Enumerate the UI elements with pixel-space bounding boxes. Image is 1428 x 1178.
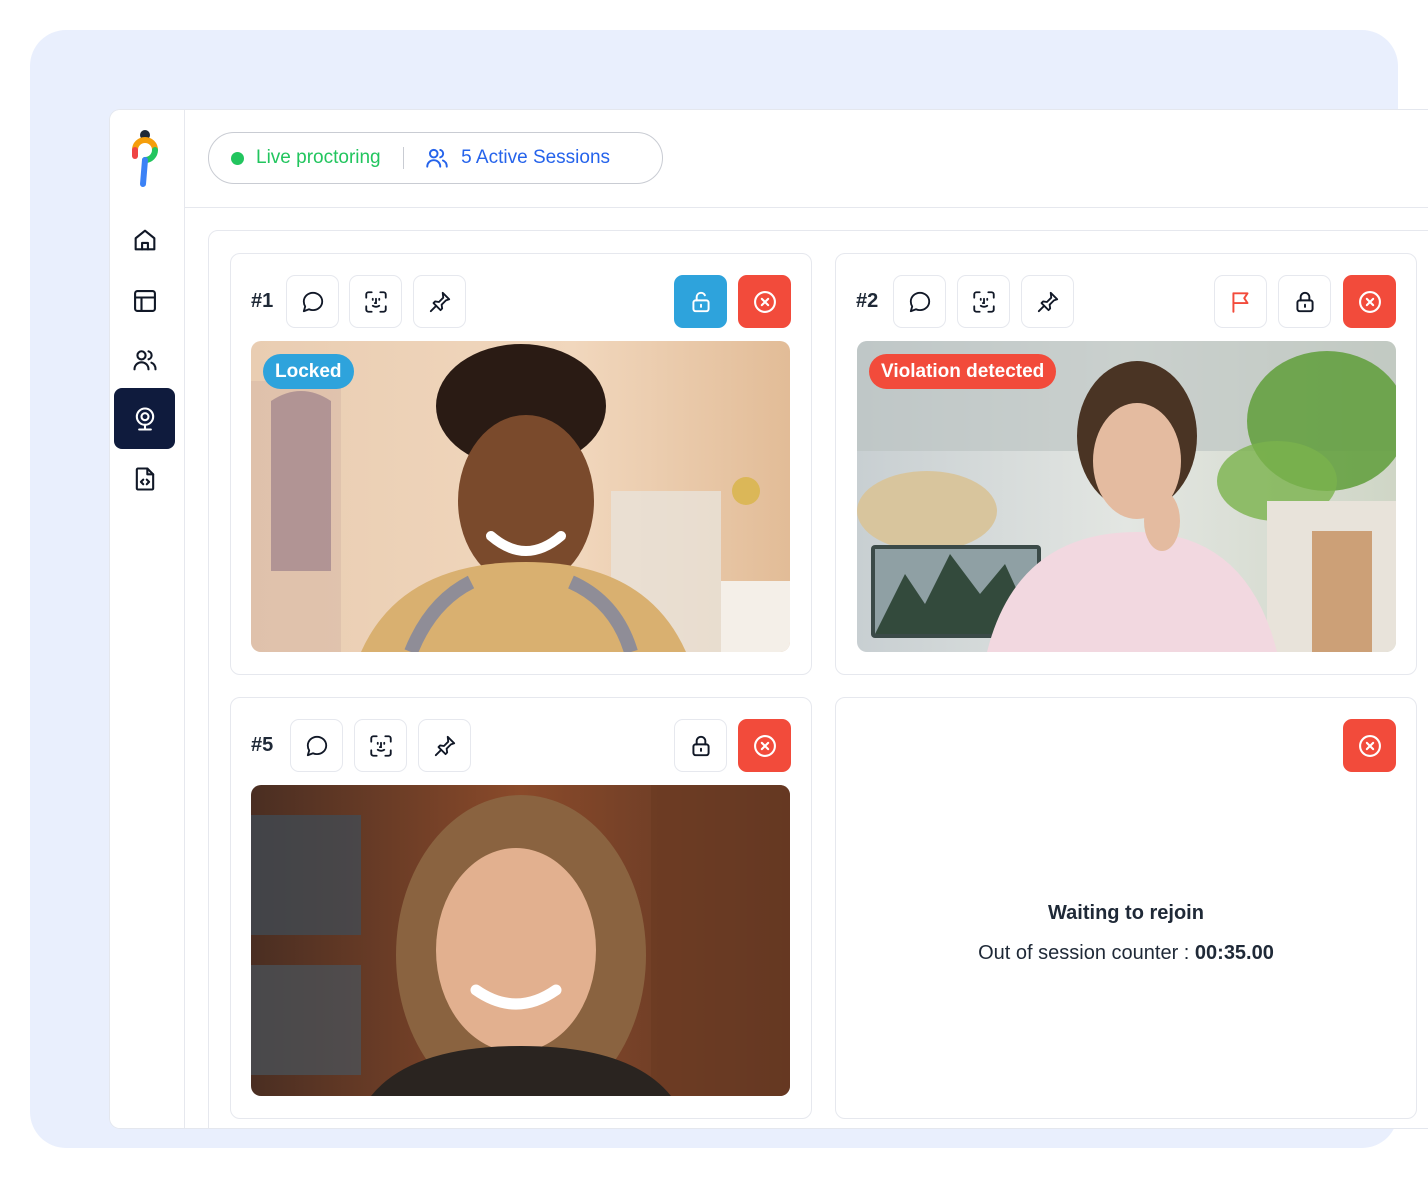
face-scan-button[interactable] <box>354 719 407 772</box>
end-session-button[interactable] <box>738 275 791 328</box>
waiting-session-card: Waiting to rejoin Out of session counter… <box>835 697 1417 1119</box>
end-session-button[interactable] <box>1343 719 1396 772</box>
layout-icon <box>133 289 156 312</box>
home-icon <box>134 229 155 250</box>
chat-icon <box>909 291 930 312</box>
face-scan-button[interactable] <box>349 275 402 328</box>
flag-button[interactable] <box>1214 275 1267 328</box>
sidebar-item-code-file[interactable] <box>114 448 175 509</box>
close-circle-icon <box>753 290 776 313</box>
unlock-icon <box>691 291 710 312</box>
lock-icon <box>691 735 710 756</box>
code-file-icon <box>135 466 154 491</box>
pill-divider <box>402 147 405 169</box>
chat-button[interactable] <box>286 275 339 328</box>
lock-icon <box>1295 291 1314 312</box>
status-pill: Live proctoring 5 Active Sessions <box>208 132 663 184</box>
sidebar-item-users[interactable] <box>114 329 175 390</box>
app-window: Live proctoring 5 Active Sessions #1 Loc… <box>110 110 1428 1128</box>
counter-label: Out of session counter : <box>978 942 1195 964</box>
users-icon <box>132 349 157 370</box>
sidebar <box>110 110 185 1128</box>
session-card: #1 Locked <box>230 253 812 675</box>
lock-button[interactable] <box>674 719 727 772</box>
end-session-button[interactable] <box>738 719 791 772</box>
chat-button[interactable] <box>290 719 343 772</box>
chat-icon <box>306 735 327 756</box>
flag-icon <box>1231 291 1248 313</box>
live-status-dot <box>231 151 244 165</box>
face-scan-icon <box>369 734 392 757</box>
session-number: #5 <box>251 734 274 756</box>
unlock-button[interactable] <box>674 275 727 328</box>
sessions-grid: #1 Locked #2 Violation detected #5 Waiti… <box>208 230 1428 1128</box>
chat-button[interactable] <box>893 275 946 328</box>
pin-button[interactable] <box>1021 275 1074 328</box>
users-icon <box>426 148 448 168</box>
app-frame-background: Live proctoring 5 Active Sessions #1 Loc… <box>30 30 1428 1148</box>
pin-button[interactable] <box>418 719 471 772</box>
end-session-button[interactable] <box>1343 275 1396 328</box>
chat-icon <box>302 291 323 312</box>
session-card: #2 Violation detected <box>835 253 1417 675</box>
top-bar: Live proctoring 5 Active Sessions <box>185 110 1428 208</box>
sidebar-item-layout[interactable] <box>114 270 175 331</box>
violation-badge: Violation detected <box>869 354 1057 389</box>
webcam-icon <box>135 406 154 431</box>
locked-badge: Locked <box>263 354 354 389</box>
app-logo[interactable] <box>128 128 162 190</box>
pin-icon <box>429 291 450 312</box>
session-number: #1 <box>251 290 274 312</box>
face-scan-icon <box>972 290 995 313</box>
face-scan-button[interactable] <box>957 275 1010 328</box>
sidebar-item-proctoring[interactable] <box>114 388 175 449</box>
sidebar-item-home[interactable] <box>114 209 175 270</box>
close-circle-icon <box>753 734 776 757</box>
webcam-feed[interactable] <box>251 785 790 1096</box>
webcam-feed[interactable]: Locked <box>251 341 790 652</box>
pin-button[interactable] <box>413 275 466 328</box>
active-sessions-link[interactable]: 5 Active Sessions <box>461 147 610 169</box>
counter-value: 00:35.00 <box>1194 942 1274 964</box>
session-number: #2 <box>856 290 879 312</box>
out-of-session-counter: Out of session counter : 00:35.00 <box>836 942 1416 965</box>
close-circle-icon <box>1358 290 1381 313</box>
pin-icon <box>1037 291 1058 312</box>
waiting-title: Waiting to rejoin <box>1048 902 1204 924</box>
face-scan-icon <box>364 290 387 313</box>
lock-button[interactable] <box>1278 275 1331 328</box>
webcam-feed[interactable]: Violation detected <box>857 341 1396 652</box>
session-card: #5 <box>230 697 812 1119</box>
pin-icon <box>434 735 455 756</box>
close-circle-icon <box>1358 734 1381 757</box>
live-proctoring-label: Live proctoring <box>256 147 381 168</box>
